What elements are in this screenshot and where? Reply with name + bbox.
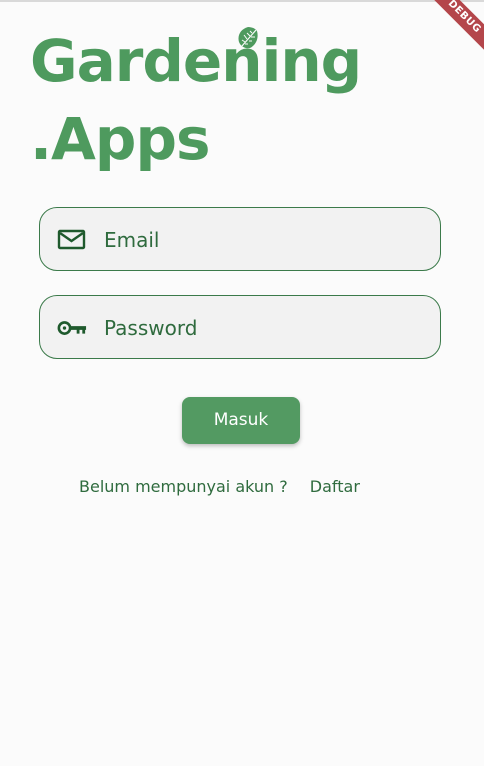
password-placeholder: Password xyxy=(104,316,198,340)
key-icon xyxy=(57,321,87,335)
email-field[interactable]: Email xyxy=(39,207,441,271)
logo-line-1: Gardening xyxy=(30,27,362,95)
email-placeholder: Email xyxy=(104,228,160,252)
register-row: Belum mempunyai akun ? Daftar xyxy=(79,475,360,499)
app-logo: Gardening .Apps xyxy=(30,22,362,178)
status-bar-divider xyxy=(0,0,484,2)
debug-banner: DEBUG xyxy=(424,0,484,60)
password-field[interactable]: Password xyxy=(39,295,441,359)
register-prompt: Belum mempunyai akun ? xyxy=(79,477,288,496)
logo-line-2: .Apps xyxy=(30,105,210,173)
login-button[interactable]: Masuk xyxy=(182,397,300,444)
mail-icon xyxy=(57,229,86,250)
leaf-icon xyxy=(238,27,258,49)
debug-banner-label: DEBUG xyxy=(424,0,484,58)
register-link[interactable]: Daftar xyxy=(310,477,360,496)
